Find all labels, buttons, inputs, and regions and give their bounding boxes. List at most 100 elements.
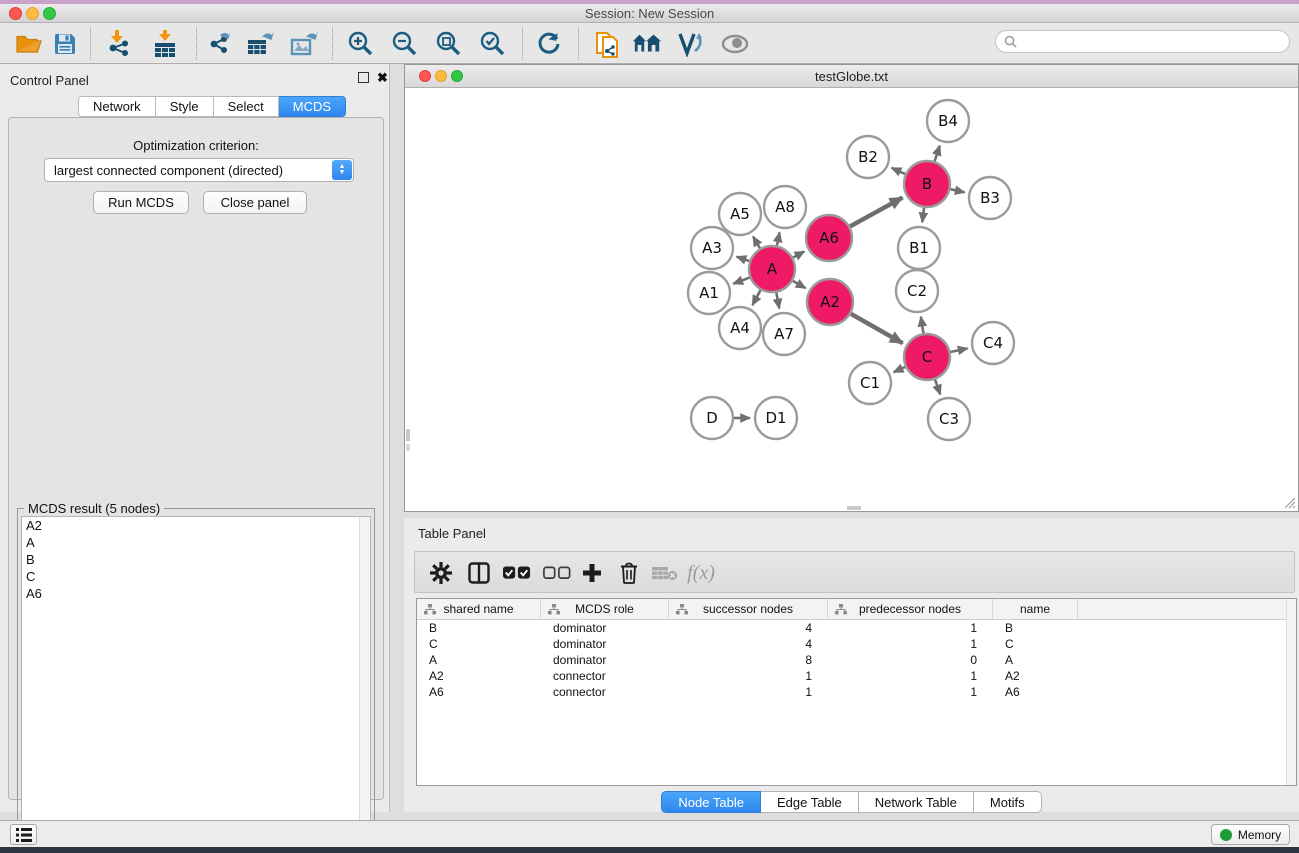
table-row[interactable]: Bdominator41B bbox=[417, 620, 1296, 636]
cell-predecessor-nodes[interactable]: 0 bbox=[828, 652, 993, 668]
cell-MCDS-role[interactable]: dominator bbox=[541, 636, 669, 652]
node-A2[interactable]: A2 bbox=[807, 279, 853, 325]
node-B2[interactable]: B2 bbox=[847, 136, 889, 178]
node-C2[interactable]: C2 bbox=[896, 270, 938, 312]
edge-A-A5[interactable] bbox=[753, 236, 760, 248]
edge-A-A4[interactable] bbox=[752, 290, 760, 305]
search-input[interactable] bbox=[995, 30, 1290, 53]
tab-edge-table[interactable]: Edge Table bbox=[761, 791, 859, 813]
edge-A-A1[interactable] bbox=[733, 278, 749, 284]
save-session-icon[interactable] bbox=[50, 29, 80, 59]
export-network-icon[interactable] bbox=[205, 29, 235, 59]
edge-A-A6[interactable] bbox=[793, 251, 804, 257]
show-hide-icon[interactable] bbox=[720, 29, 750, 59]
zoom-out-icon[interactable] bbox=[390, 29, 420, 59]
copy-style-icon[interactable] bbox=[592, 29, 622, 59]
node-D1[interactable]: D1 bbox=[755, 397, 797, 439]
edge-B-B3[interactable] bbox=[950, 189, 964, 192]
edge-C-C1[interactable] bbox=[894, 367, 906, 372]
window-resize-grip[interactable] bbox=[1282, 495, 1296, 509]
zoom-fit-icon[interactable] bbox=[434, 29, 464, 59]
cell-successor-nodes[interactable]: 1 bbox=[669, 684, 828, 700]
edge-C-C4[interactable] bbox=[950, 348, 967, 352]
network-vertical-scrollbar-2[interactable] bbox=[406, 444, 410, 451]
cell-successor-nodes[interactable]: 8 bbox=[669, 652, 828, 668]
cell-shared-name[interactable]: B bbox=[417, 620, 541, 636]
export-image-icon[interactable] bbox=[290, 29, 320, 59]
node-A3[interactable]: A3 bbox=[691, 227, 733, 269]
cell-name[interactable]: A bbox=[993, 652, 1078, 668]
table-row[interactable]: A2connector11A2 bbox=[417, 668, 1296, 684]
edge-A2-C[interactable] bbox=[851, 314, 903, 343]
tab-motifs[interactable]: Motifs bbox=[974, 791, 1042, 813]
tab-node-table[interactable]: Node Table bbox=[661, 791, 761, 813]
network-window-titlebar[interactable]: testGlobe.txt bbox=[405, 65, 1298, 88]
node-A4[interactable]: A4 bbox=[719, 307, 761, 349]
node-B[interactable]: B bbox=[904, 161, 950, 207]
result-item[interactable]: C bbox=[22, 568, 370, 585]
tab-style[interactable]: Style bbox=[156, 96, 214, 117]
node-A8[interactable]: A8 bbox=[764, 186, 806, 228]
visual-properties-icon[interactable] bbox=[676, 29, 706, 59]
result-item[interactable]: A2 bbox=[22, 517, 370, 534]
cell-shared-name[interactable]: A bbox=[417, 652, 541, 668]
task-history-button[interactable] bbox=[10, 824, 37, 845]
cell-name[interactable]: A6 bbox=[993, 684, 1078, 700]
cell-successor-nodes[interactable]: 1 bbox=[669, 668, 828, 684]
cell-shared-name[interactable]: A2 bbox=[417, 668, 541, 684]
edge-C-C2[interactable] bbox=[921, 317, 924, 334]
mcds-result-list[interactable]: A2ABCA6 bbox=[21, 516, 371, 841]
edge-C-C3[interactable] bbox=[935, 380, 940, 395]
result-scrollbar[interactable] bbox=[359, 517, 370, 840]
edge-B-B4[interactable] bbox=[935, 146, 940, 162]
memory-button[interactable]: Memory bbox=[1211, 824, 1290, 845]
node-B4[interactable]: B4 bbox=[927, 100, 969, 142]
node-B1[interactable]: B1 bbox=[898, 227, 940, 269]
zoom-in-icon[interactable] bbox=[346, 29, 376, 59]
first-neighbors-icon[interactable] bbox=[534, 29, 564, 59]
edge-A-A2[interactable] bbox=[793, 281, 806, 288]
node-A5[interactable]: A5 bbox=[719, 193, 761, 235]
delete-column-icon[interactable] bbox=[615, 559, 643, 587]
home-icon[interactable] bbox=[632, 29, 662, 59]
node-A6[interactable]: A6 bbox=[806, 215, 852, 261]
cell-predecessor-nodes[interactable]: 1 bbox=[828, 620, 993, 636]
cell-name[interactable]: A2 bbox=[993, 668, 1078, 684]
network-vertical-scrollbar[interactable] bbox=[406, 429, 410, 441]
criterion-dropdown[interactable]: largest connected component (directed) ▲… bbox=[44, 158, 354, 182]
unselect-all-icon[interactable] bbox=[543, 559, 571, 587]
network-graph-canvas[interactable]: B4B2BB3A8A5A6B1A3AC2A1A2A4A7C4CC1C3DD1 bbox=[405, 89, 1298, 512]
node-C1[interactable]: C1 bbox=[849, 362, 891, 404]
column-header-MCDS-role[interactable]: MCDS role bbox=[541, 599, 669, 619]
cell-successor-nodes[interactable]: 4 bbox=[669, 620, 828, 636]
result-item[interactable]: A bbox=[22, 534, 370, 551]
cell-name[interactable]: B bbox=[993, 620, 1078, 636]
add-column-icon[interactable] bbox=[578, 559, 606, 587]
select-all-icon[interactable] bbox=[503, 559, 531, 587]
cell-MCDS-role[interactable]: dominator bbox=[541, 652, 669, 668]
network-horizontal-scrollbar[interactable] bbox=[847, 506, 861, 510]
node-C3[interactable]: C3 bbox=[928, 398, 970, 440]
cell-MCDS-role[interactable]: connector bbox=[541, 668, 669, 684]
run-mcds-button[interactable]: Run MCDS bbox=[93, 191, 189, 214]
cell-predecessor-nodes[interactable]: 1 bbox=[828, 636, 993, 652]
column-header-shared-name[interactable]: shared name bbox=[417, 599, 541, 619]
edge-A6-B[interactable] bbox=[850, 198, 902, 227]
node-A[interactable]: A bbox=[749, 246, 795, 292]
edge-A-A8[interactable] bbox=[777, 232, 780, 245]
table-row[interactable]: Adominator80A bbox=[417, 652, 1296, 668]
node-B3[interactable]: B3 bbox=[969, 177, 1011, 219]
edge-A-A3[interactable] bbox=[737, 257, 750, 261]
cell-successor-nodes[interactable]: 4 bbox=[669, 636, 828, 652]
delete-table-icon[interactable] bbox=[651, 559, 679, 587]
result-item[interactable]: B bbox=[22, 551, 370, 568]
cell-shared-name[interactable]: A6 bbox=[417, 684, 541, 700]
float-panel-icon[interactable] bbox=[358, 72, 369, 83]
table-options-gear-icon[interactable] bbox=[427, 559, 455, 587]
edge-B-B1[interactable] bbox=[922, 208, 924, 222]
tab-network[interactable]: Network bbox=[78, 96, 156, 117]
cell-shared-name[interactable]: C bbox=[417, 636, 541, 652]
table-row[interactable]: Cdominator41C bbox=[417, 636, 1296, 652]
column-header-successor-nodes[interactable]: successor nodes bbox=[669, 599, 828, 619]
tab-mcds[interactable]: MCDS bbox=[279, 96, 346, 117]
